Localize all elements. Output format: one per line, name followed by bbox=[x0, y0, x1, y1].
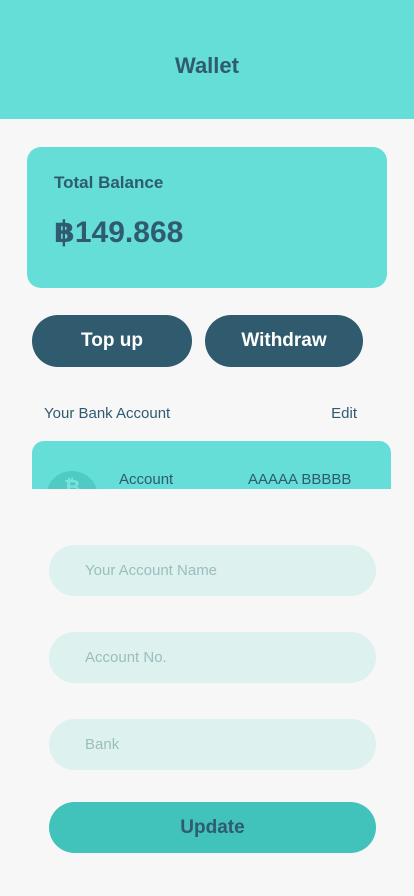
bank-input[interactable] bbox=[49, 719, 376, 770]
update-button[interactable]: Update bbox=[49, 802, 376, 853]
account-label: Account bbox=[119, 471, 174, 488]
withdraw-button[interactable]: Withdraw bbox=[205, 315, 363, 367]
account-value: AAAAA BBBBB bbox=[248, 471, 352, 488]
balance-label: Total Balance bbox=[54, 173, 164, 192]
bank-account-header: Your Bank Account Edit bbox=[44, 405, 357, 422]
edit-link[interactable]: Edit bbox=[331, 405, 357, 422]
bank-account-card[interactable]: ₿ Account AAAAA BBBBB bbox=[32, 441, 391, 489]
top-up-button[interactable]: Top up bbox=[32, 315, 192, 367]
bank-account-title: Your Bank Account bbox=[44, 405, 171, 422]
bank-logo-icon: ₿ bbox=[46, 471, 98, 489]
account-name-input[interactable] bbox=[49, 545, 376, 596]
page-title: Wallet bbox=[175, 52, 239, 78]
balance-card: Total Balance ฿149.868 bbox=[27, 147, 387, 288]
account-number-input[interactable] bbox=[49, 632, 376, 683]
balance-amount: ฿149.868 bbox=[54, 216, 184, 249]
app-header: Wallet bbox=[0, 0, 414, 119]
